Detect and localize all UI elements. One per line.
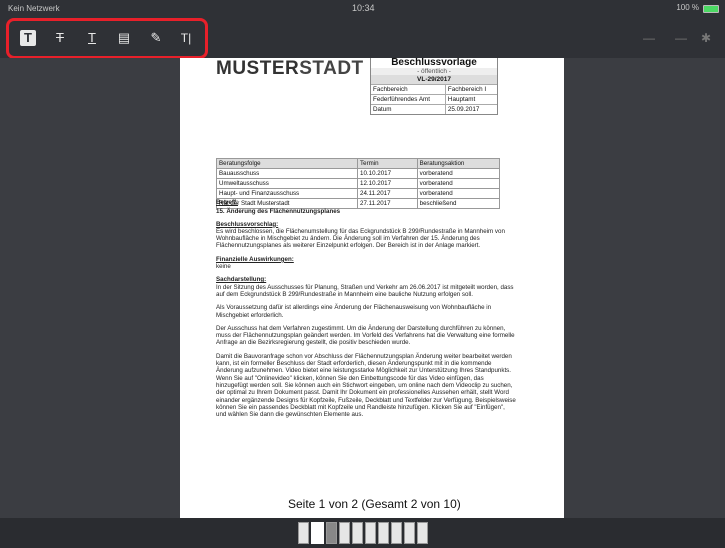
thumbnail-strip xyxy=(0,518,725,548)
proposal-number: VL-29/2017 xyxy=(371,75,497,84)
sach-paragraph-3: Der Ausschuss hat dem Verfahren zugestim… xyxy=(216,324,515,347)
finanz-text: keine xyxy=(216,263,231,271)
minus-icon[interactable]: — xyxy=(643,31,655,45)
page-thumbnail[interactable] xyxy=(352,522,363,544)
battery-percent: 100 % xyxy=(676,3,699,12)
page-thumbnail[interactable] xyxy=(298,522,309,544)
page-thumbnail[interactable] xyxy=(404,522,415,544)
page-indicator: Seite 1 von 2 (Gesamt 2 von 10) xyxy=(286,496,463,512)
battery-icon xyxy=(703,5,719,13)
page-thumbnail[interactable] xyxy=(339,522,350,544)
proposal-title: Beschlussvorlage xyxy=(391,58,477,68)
sach-paragraph-2: Als Voraussetzung dafür ist allerdings e… xyxy=(216,304,492,319)
page-thumbnail[interactable] xyxy=(391,522,402,544)
betreff-label: Betreff: xyxy=(216,199,239,206)
finanz-label: Finanzielle Auswirkungen: xyxy=(216,255,294,263)
underline-tool-icon[interactable]: T xyxy=(84,30,100,46)
pen-tool-icon[interactable]: ✎ xyxy=(148,30,164,46)
thumbnail-list xyxy=(298,522,428,544)
sach-paragraph-1: In der Sitzung des Ausschusses für Planu… xyxy=(216,283,514,298)
proposal-subtitle: - öffentlich - xyxy=(371,68,497,75)
text-tool-icon[interactable]: T| xyxy=(178,30,194,46)
dash-icon[interactable]: — xyxy=(675,31,687,45)
betreff-text: 15. Änderung des Flächennutzungsplanes xyxy=(216,208,341,216)
page-thumbnail[interactable] xyxy=(378,522,389,544)
annotation-toolbar: T T T ▤ ✎ T| — — ✱ xyxy=(0,18,725,59)
clock: 10:34 xyxy=(352,3,375,13)
page-thumbnail[interactable] xyxy=(365,522,376,544)
status-bar: Kein Netzwerk 10:34 100 % xyxy=(0,0,725,18)
page-thumbnail-selected[interactable] xyxy=(311,522,324,544)
sach-paragraph-4: Damit die Bauvoranfrage schon vor Abschl… xyxy=(216,352,516,419)
proposal-meta-table: Fachbereich Fachbereich I Federführendes … xyxy=(371,84,497,114)
table-row: Umweltausschuss 12.10.2017 vorberatend xyxy=(215,178,501,189)
city-logo: MUSTERSTADT xyxy=(216,58,364,79)
note-tool-icon[interactable]: ▤ xyxy=(116,30,132,46)
proposal-header-box: Beschlussvorlage - öffentlich - VL-29/20… xyxy=(370,58,498,115)
page-thumbnail[interactable] xyxy=(417,522,428,544)
document-viewer[interactable]: MUSTERSTADT Beschlussvorlage - öffentlic… xyxy=(0,58,725,528)
carrier-label: Kein Netzwerk xyxy=(8,4,60,13)
beschluss-text: Es wird beschlossen, die Flächenumstellu… xyxy=(216,227,505,250)
sach-label: Sachdarstellung: xyxy=(216,276,267,284)
gear-icon[interactable]: ✱ xyxy=(701,31,711,45)
table-row: Bauausschuss 10.10.2017 vorberatend xyxy=(215,168,501,179)
strikethrough-tool-icon[interactable]: T xyxy=(52,30,68,46)
page-thumbnail[interactable] xyxy=(326,522,337,544)
document-page[interactable]: MUSTERSTADT Beschlussvorlage - öffentlic… xyxy=(180,58,564,528)
beschluss-label: Beschlussvorschlag: xyxy=(216,220,279,228)
text-box-tool-icon[interactable]: T xyxy=(20,30,36,46)
document-body: Betreff: 15. Änderung des Flächennutzung… xyxy=(216,196,516,424)
